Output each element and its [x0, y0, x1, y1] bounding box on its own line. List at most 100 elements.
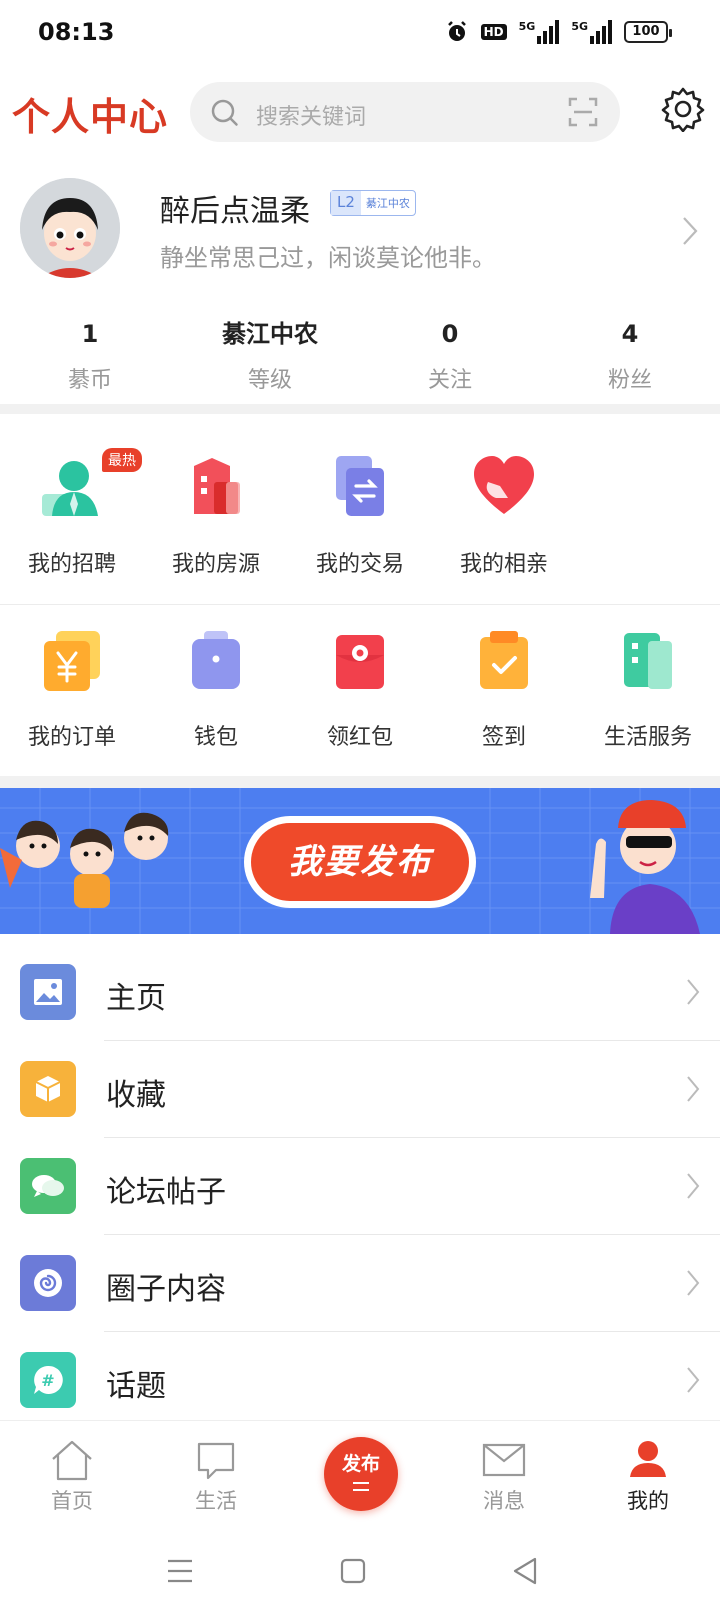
stat-coins[interactable]: 1 綦币 — [0, 316, 180, 400]
bottom-tab-bar: 首页 生活 发布 消息 我的 — [0, 1420, 720, 1520]
status-icons: HD 5G 5G 100 — [445, 18, 672, 46]
svg-text:#: # — [41, 1371, 54, 1390]
home-icon — [52, 1440, 92, 1481]
home-square-icon[interactable] — [340, 1558, 366, 1584]
menu-item-topics[interactable]: # 话题 — [0, 1332, 720, 1429]
hd-icon: HD — [480, 24, 507, 40]
cartoon-kids — [0, 812, 169, 908]
scan-icon[interactable] — [568, 97, 598, 127]
service-wallet[interactable]: 钱包 — [144, 605, 288, 777]
stat-following[interactable]: 0 关注 — [360, 316, 540, 400]
services-grid-2: 我的订单 钱包 领红包 签到 生活服务 — [0, 604, 720, 776]
service-label: 领红包 — [326, 725, 393, 750]
profile-card[interactable]: 醉后点温柔 L2 綦江中农 静坐常思己过，闲谈莫论他非。 — [0, 176, 720, 296]
user-icon — [630, 1441, 666, 1477]
service-checkin[interactable]: 签到 — [432, 605, 576, 777]
service-dating[interactable]: 我的相亲 — [432, 424, 576, 600]
service-housing[interactable]: 我的房源 — [144, 424, 288, 600]
publish-button[interactable]: 我要发布 — [244, 816, 476, 908]
service-trade[interactable]: 我的交易 — [288, 424, 432, 600]
alarm-icon — [447, 21, 466, 41]
level-tag: 綦江中农 — [365, 197, 410, 210]
chat-icon — [20, 1158, 76, 1214]
heart-icon — [474, 456, 534, 514]
menu-label: 话题 — [106, 1369, 166, 1404]
menu-list: 主页 收藏 论坛帖子 圈子内容 # 话题 — [0, 944, 720, 1429]
tab-messages[interactable]: 消息 — [432, 1421, 576, 1521]
chat-bubble-icon — [197, 1442, 235, 1480]
menu-item-favorites[interactable]: 收藏 — [0, 1041, 720, 1138]
circle-icon — [20, 1255, 76, 1311]
life-service-icon — [624, 633, 672, 689]
service-red-envelope[interactable]: 领红包 — [288, 605, 432, 777]
mail-icon — [482, 1443, 526, 1477]
service-label: 我的订单 — [27, 725, 116, 750]
service-label: 签到 — [481, 725, 526, 750]
service-orders[interactable]: 我的订单 — [0, 605, 144, 777]
back-icon[interactable] — [512, 1556, 538, 1586]
hot-badge: 最热 — [102, 448, 142, 472]
level-value: L2 — [331, 191, 361, 215]
stats-row: 1 綦币 綦江中农 等级 0 关注 4 粉丝 — [0, 316, 720, 400]
avatar[interactable] — [20, 178, 120, 278]
chevron-right-icon — [687, 1076, 700, 1102]
menu-label: 收藏 — [106, 1078, 166, 1113]
search-bar[interactable]: 搜索关键词 — [190, 82, 620, 142]
chevron-right-icon[interactable] — [682, 216, 698, 246]
menu-item-forum-posts[interactable]: 论坛帖子 — [0, 1138, 720, 1235]
service-label: 我的相亲 — [459, 552, 548, 577]
search-icon — [211, 99, 238, 126]
battery-icon: 100 — [624, 21, 672, 43]
signal-icon: 5G — [519, 20, 560, 44]
box-icon — [20, 1061, 76, 1117]
username: 醉后点温柔 — [160, 194, 310, 229]
service-life[interactable]: 生活服务 — [576, 605, 720, 777]
tab-publish-button[interactable]: 发布 — [324, 1437, 398, 1511]
service-label: 钱包 — [193, 725, 238, 750]
system-nav-bar — [0, 1530, 720, 1612]
publish-banner[interactable]: 我要发布 — [0, 788, 720, 934]
signal-icon-2: 5G — [571, 20, 612, 44]
level-badge: L2 綦江中农 — [330, 190, 416, 216]
chevron-right-icon — [687, 1270, 700, 1296]
divider — [0, 776, 720, 788]
service-label: 我的交易 — [315, 552, 404, 577]
hashtag-icon: # — [20, 1352, 76, 1408]
divider — [0, 404, 720, 414]
search-placeholder[interactable]: 搜索关键词 — [256, 99, 366, 131]
stat-followers[interactable]: 4 粉丝 — [540, 316, 720, 400]
menu-label: 圈子内容 — [106, 1272, 226, 1307]
status-time: 08:13 — [38, 18, 115, 46]
service-label: 生活服务 — [603, 725, 692, 750]
checkin-icon — [480, 631, 528, 689]
wallet-icon — [192, 631, 240, 689]
exchange-icon — [336, 456, 384, 516]
menu-label: 论坛帖子 — [106, 1175, 226, 1210]
chevron-right-icon — [687, 979, 700, 1005]
service-label: 我的房源 — [171, 552, 260, 577]
tab-mine[interactable]: 我的 — [576, 1421, 720, 1521]
cartoon-boy — [590, 800, 700, 934]
yen-icon — [44, 631, 100, 691]
building-icon — [194, 458, 240, 514]
stat-level[interactable]: 綦江中农 等级 — [180, 316, 360, 400]
menu-lines-icon — [353, 1482, 369, 1491]
status-bar: 08:13 HD 5G 5G 100 — [0, 0, 720, 64]
chevron-right-icon — [687, 1173, 700, 1199]
menu-item-homepage[interactable]: 主页 — [0, 944, 720, 1041]
menu-label: 主页 — [106, 981, 166, 1016]
header: 个人中心 搜索关键词 — [0, 72, 720, 152]
person-icon — [42, 461, 98, 516]
page-title: 个人中心 — [12, 94, 169, 139]
services-grid-1: 最热 我的招聘 我的房源 我的交易 我的相亲 — [0, 424, 720, 600]
tab-life[interactable]: 生活 — [144, 1421, 288, 1521]
menu-item-circle-content[interactable]: 圈子内容 — [0, 1235, 720, 1332]
user-bio: 静坐常思己过，闲谈莫论他非。 — [160, 244, 496, 272]
settings-gear-icon[interactable] — [660, 86, 706, 132]
menu-icon[interactable] — [166, 1558, 194, 1584]
service-label: 我的招聘 — [27, 552, 116, 577]
image-icon — [20, 964, 76, 1020]
tab-home[interactable]: 首页 — [0, 1421, 144, 1521]
red-envelope-icon — [336, 635, 384, 689]
service-recruitment[interactable]: 最热 我的招聘 — [0, 424, 144, 600]
